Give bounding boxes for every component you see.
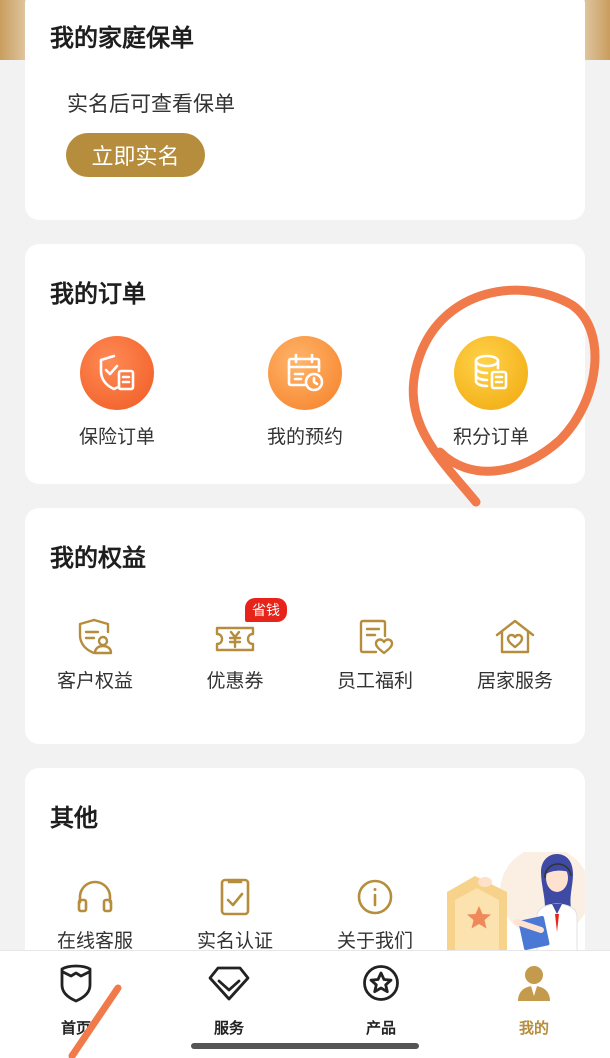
document-heart-icon — [315, 614, 435, 660]
star-circle-icon — [336, 963, 426, 1003]
home-shield-icon — [31, 963, 121, 1003]
person-icon — [489, 963, 579, 1003]
id-check-icon — [175, 874, 295, 920]
home-services-label: 居家服务 — [476, 670, 553, 692]
id-verification-item[interactable]: 实名认证 — [175, 874, 295, 953]
shield-user-icon — [35, 614, 155, 660]
customer-rights-item[interactable]: 客户权益 — [35, 614, 155, 693]
tab-home-label: 首页 — [60, 1019, 91, 1037]
coupons-item[interactable]: 省钱 优惠券 — [175, 598, 295, 693]
headset-icon — [35, 874, 155, 920]
points-orders-item[interactable]: 积分订单 — [431, 336, 551, 449]
employee-benefits-item[interactable]: 员工福利 — [315, 614, 435, 693]
tab-mine[interactable]: 我的 — [489, 963, 579, 1038]
coupons-label: 优惠券 — [206, 670, 264, 692]
my-appointments-label: 我的预约 — [266, 426, 343, 448]
family-policy-card: 我的家庭保单 实名后可查看保单 立即实名 — [25, 0, 585, 220]
info-icon — [315, 874, 435, 920]
tab-products[interactable]: 产品 — [336, 963, 426, 1038]
home-services-item[interactable]: 居家服务 — [455, 614, 575, 693]
policy-card-title: 我的家庭保单 — [50, 24, 194, 52]
shield-document-icon — [80, 336, 154, 410]
tab-services[interactable]: 服务 — [184, 963, 274, 1038]
others-card-title: 其他 — [50, 804, 98, 832]
insurance-orders-item[interactable]: 保险订单 — [57, 336, 177, 449]
tab-home[interactable]: 首页 — [31, 963, 121, 1038]
rights-card-title: 我的权益 — [50, 544, 146, 572]
policy-hint-text: 实名后可查看保单 — [67, 92, 235, 116]
employee-benefits-label: 员工福利 — [336, 670, 413, 692]
insurance-orders-label: 保险订单 — [78, 426, 155, 448]
customer-rights-label: 客户权益 — [56, 670, 133, 692]
calendar-clock-icon — [268, 336, 342, 410]
about-us-label: 关于我们 — [336, 930, 413, 952]
house-heart-icon — [455, 614, 575, 660]
id-verification-label: 实名认证 — [196, 930, 273, 952]
orders-card-title: 我的订单 — [50, 280, 146, 308]
coins-document-icon — [454, 336, 528, 410]
my-rights-card: 我的权益 客户权益 省钱 优惠券 员工福利 居家服务 — [25, 508, 585, 744]
tab-services-label: 服务 — [213, 1019, 244, 1037]
points-orders-label: 积分订单 — [452, 426, 529, 448]
home-indicator — [191, 1043, 419, 1049]
online-service-label: 在线客服 — [56, 930, 133, 952]
about-us-item[interactable]: 关于我们 — [315, 874, 435, 953]
save-money-badge: 省钱 — [245, 598, 287, 622]
my-appointments-item[interactable]: 我的预约 — [245, 336, 365, 449]
others-card: 其他 在线客服 实名认证 关于我们 — [25, 768, 585, 968]
online-service-item[interactable]: 在线客服 — [35, 874, 155, 953]
tab-products-label: 产品 — [365, 1019, 396, 1037]
my-orders-card: 我的订单 保险订单 我的预约 积分订单 — [25, 244, 585, 484]
bottom-tab-bar: 首页 服务 产品 我的 — [0, 950, 610, 1058]
diamond-icon — [184, 963, 274, 1003]
verify-now-button[interactable]: 立即实名 — [66, 133, 205, 177]
tab-mine-label: 我的 — [518, 1019, 549, 1037]
